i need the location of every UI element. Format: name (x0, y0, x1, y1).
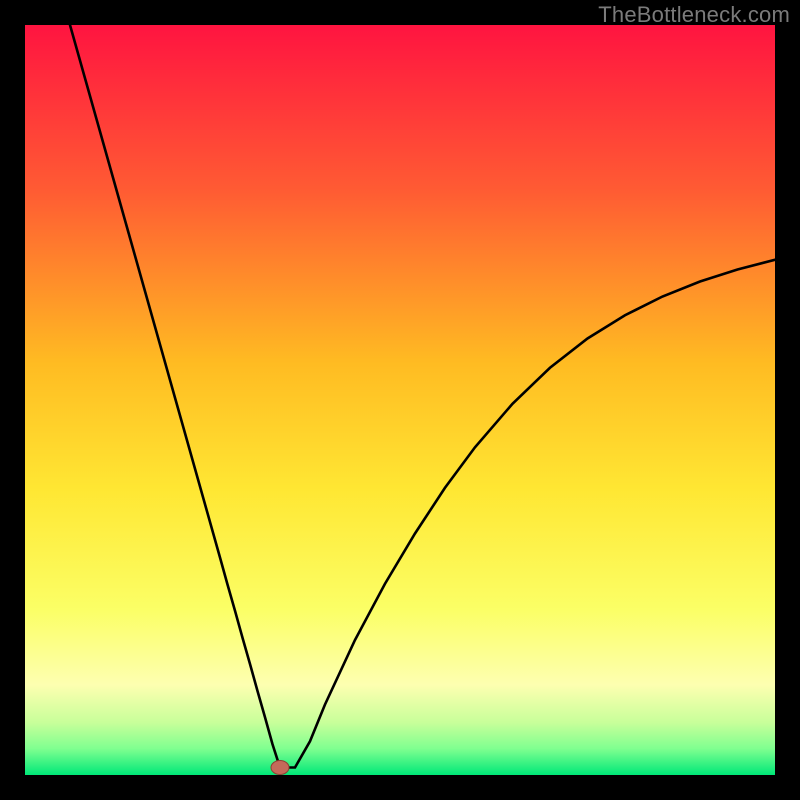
chart-frame: TheBottleneck.com (0, 0, 800, 800)
plot-area (25, 25, 775, 775)
gradient-background (25, 25, 775, 775)
optimum-marker (271, 761, 289, 775)
bottleneck-chart (25, 25, 775, 775)
